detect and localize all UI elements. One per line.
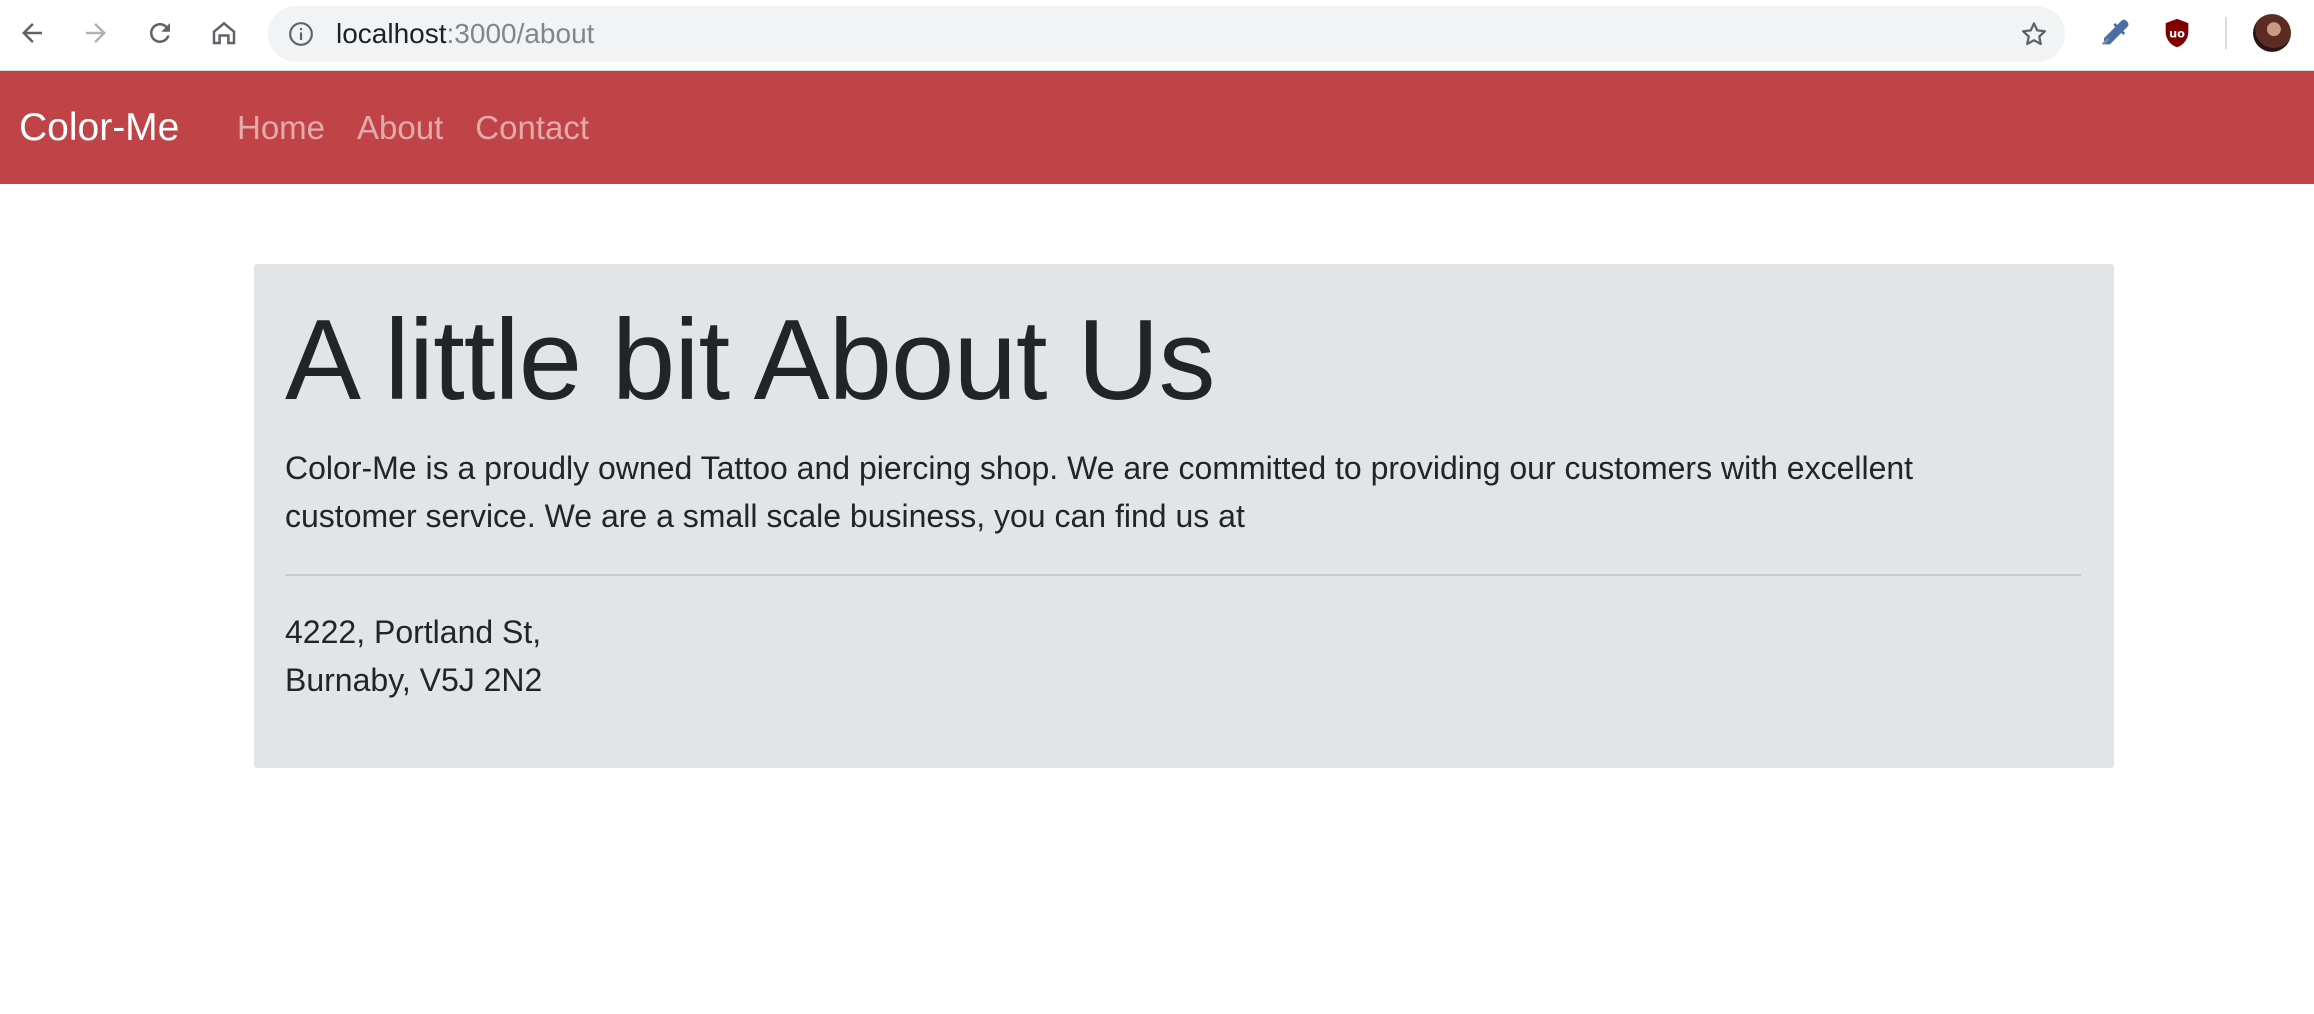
about-jumbotron: A little bit About Us Color-Me is a prou… [254,264,2114,768]
shop-address: 4222, Portland St, Burnaby, V5J 2N2 [285,608,542,704]
eyedropper-extension-button[interactable] [2095,14,2133,52]
ublock-extension-button[interactable]: uo [2158,14,2196,52]
about-description: Color-Me is a proudly owned Tattoo and p… [285,444,2085,540]
about-description-line: customer service. We are a small scale b… [285,498,1245,534]
nav-link-contact[interactable]: Contact [475,109,589,147]
nav-link-home[interactable]: Home [237,109,325,147]
nav-links: Home About Contact [237,71,621,184]
url-path: :3000/about [446,18,595,49]
about-description-line: Color-Me is a proudly owned Tattoo and p… [285,450,1914,486]
divider [285,574,2081,576]
url-text[interactable]: localhost:3000/about [336,6,594,62]
svg-text:uo: uo [2169,26,2185,40]
nav-link-about[interactable]: About [357,109,443,147]
home-icon [212,21,236,45]
page-title: A little bit About Us [285,297,1216,424]
eyedropper-icon [2101,19,2129,46]
toolbar-divider [2225,17,2227,49]
info-icon[interactable] [288,21,314,47]
avatar[interactable] [2253,14,2291,52]
brand-logo[interactable]: Color-Me [19,71,179,184]
shield-icon: uo [2165,18,2189,48]
forward-arrow-icon [86,23,106,43]
address-bar[interactable]: localhost:3000/about [268,6,2065,62]
address-line-street: 4222, Portland St, [285,614,542,650]
reload-button[interactable] [140,13,180,53]
back-arrow-icon [22,23,42,43]
forward-button[interactable] [76,13,116,53]
site-navbar: Color-Me Home About Contact [0,71,2314,184]
url-host: localhost [336,18,447,49]
browser-toolbar: localhost:3000/about uo [0,0,2314,71]
reload-icon [150,23,170,43]
address-line-city: Burnaby, V5J 2N2 [285,662,543,698]
star-icon[interactable] [2019,19,2049,49]
home-button[interactable] [204,13,244,53]
back-button[interactable] [12,13,52,53]
